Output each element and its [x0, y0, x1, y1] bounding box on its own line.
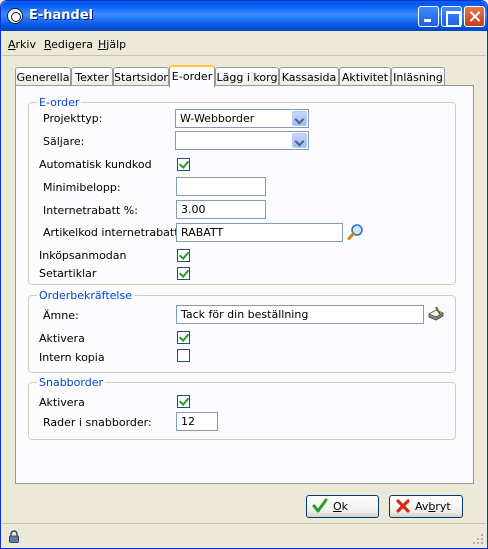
tab-aktivitet[interactable]: Aktivitet [339, 67, 391, 86]
menu-arkiv-label: rkiv [15, 38, 36, 51]
inkopsanmodan-checkbox[interactable] [177, 249, 190, 262]
group-title-orderbekraftelse: Orderbekräftelse [37, 289, 134, 302]
avbryt-label-rest: ryt [435, 500, 451, 513]
ok-label: Ok [333, 500, 348, 513]
tab-panel-e-order: E-order Projekttyp: W-Webborder Säljare:… [15, 85, 474, 484]
chevron-down-icon[interactable] [292, 133, 307, 148]
tab-label: E-order [171, 70, 213, 83]
setartiklar-label: Setartiklar [39, 267, 97, 280]
amne-input[interactable]: Tack för din beställning [176, 305, 424, 324]
cancel-icon [395, 498, 411, 514]
ok-mnemonic: O [333, 500, 342, 513]
tab-kassasida[interactable]: Kassasida [279, 67, 339, 86]
menu-arkiv[interactable]: Arkiv [8, 38, 36, 51]
rader-label: Rader i snabborder: [43, 416, 152, 429]
saljare-select[interactable] [175, 131, 309, 150]
ok-button[interactable]: Ok [306, 495, 379, 518]
tab-label: Inläsning [393, 71, 443, 84]
group-title-snabborder: Snabborder [37, 376, 105, 389]
resize-grip[interactable] [472, 533, 484, 545]
projekttyp-select[interactable]: W-Webborder [175, 109, 309, 128]
projekttyp-value: W-Webborder [180, 112, 255, 125]
menu-bar: Arkiv Redigera Hjälp [2, 32, 486, 56]
auto-kundkod-checkbox[interactable] [177, 158, 190, 171]
group-snabborder: Snabborder Aktivera Rader i snabborder: … [28, 376, 456, 440]
tab-lagg-i-korg[interactable]: Lägg i korg [215, 67, 279, 86]
status-bar [2, 523, 486, 547]
tab-startsidor[interactable]: Startsidor [113, 67, 169, 86]
auto-kundkod-label: Automatisk kundkod [39, 158, 152, 171]
minimize-button[interactable] [418, 6, 439, 27]
chevron-down-icon[interactable] [292, 111, 307, 126]
amne-label: Ämne: [43, 309, 79, 322]
book-icon[interactable] [427, 305, 445, 323]
setartiklar-checkbox[interactable] [177, 267, 190, 280]
snabborder-aktivera-checkbox[interactable] [177, 395, 190, 408]
tab-generella[interactable]: Generella [15, 67, 71, 86]
aktivera-label: Aktivera [39, 332, 85, 345]
rader-input[interactable]: 12 [176, 412, 218, 431]
tab-inlasning[interactable]: Inläsning [391, 67, 445, 86]
inkopsanmodan-label: Inköpsanmodan [39, 249, 127, 262]
tab-label: Kassasida [281, 71, 337, 84]
internetrabatt-label: Internetrabatt %: [43, 204, 138, 217]
tab-label: Startsidor [114, 71, 168, 84]
projekttyp-label: Projekttyp: [43, 112, 103, 125]
search-icon[interactable] [347, 223, 365, 241]
app-icon[interactable] [7, 8, 23, 24]
avbryt-button[interactable]: Avbryt [389, 495, 463, 518]
group-title-e-order: E-order [37, 96, 82, 109]
saljare-label: Säljare: [43, 135, 85, 148]
group-e-order: E-order Projekttyp: W-Webborder Säljare:… [28, 96, 456, 285]
maximize-button[interactable] [441, 6, 462, 27]
tab-label: Generella [16, 71, 70, 84]
minimibelopp-input[interactable] [176, 177, 266, 196]
tab-e-order[interactable]: E-order [169, 65, 215, 87]
menu-hjalp[interactable]: Hjälp [98, 38, 126, 51]
menu-redigera[interactable]: Redigera [44, 38, 93, 51]
menu-hjalp-label: jälp [106, 38, 127, 51]
tab-label: Texter [75, 71, 109, 84]
title-bar[interactable]: E-handel [1, 1, 487, 31]
lock-icon [8, 530, 20, 543]
check-icon [312, 498, 328, 514]
orderbekraftelse-aktivera-checkbox[interactable] [177, 331, 190, 344]
group-orderbekraftelse: Orderbekräftelse Ämne: Tack för din best… [28, 289, 456, 373]
snabborder-aktivera-label: Aktivera [39, 396, 85, 409]
app-window: E-handel Arkiv Redigera Hjälp Generella … [0, 0, 488, 549]
close-button[interactable] [464, 6, 485, 27]
tab-texter[interactable]: Texter [71, 67, 113, 86]
artikelkod-label: Artikelkod internetrabatt: [43, 226, 183, 239]
menu-arkiv-mnemonic: A [8, 38, 16, 51]
internetrabatt-input[interactable]: 3.00 [176, 200, 266, 219]
window-title: E-handel [29, 8, 94, 23]
intern-kopia-label: Intern kopia [39, 351, 105, 364]
intern-kopia-checkbox[interactable] [177, 349, 190, 362]
tab-label: Lägg i korg [216, 71, 278, 84]
avbryt-label-pre: Av [415, 500, 429, 513]
tab-label: Aktivitet [341, 71, 389, 84]
menu-redigera-label: edigera [51, 38, 93, 51]
minimibelopp-label: Minimibelopp: [43, 181, 121, 194]
avbryt-label: Avbryt [415, 500, 451, 513]
artikelkod-input[interactable]: RABATT [176, 223, 343, 242]
ok-label-rest: k [341, 500, 349, 513]
